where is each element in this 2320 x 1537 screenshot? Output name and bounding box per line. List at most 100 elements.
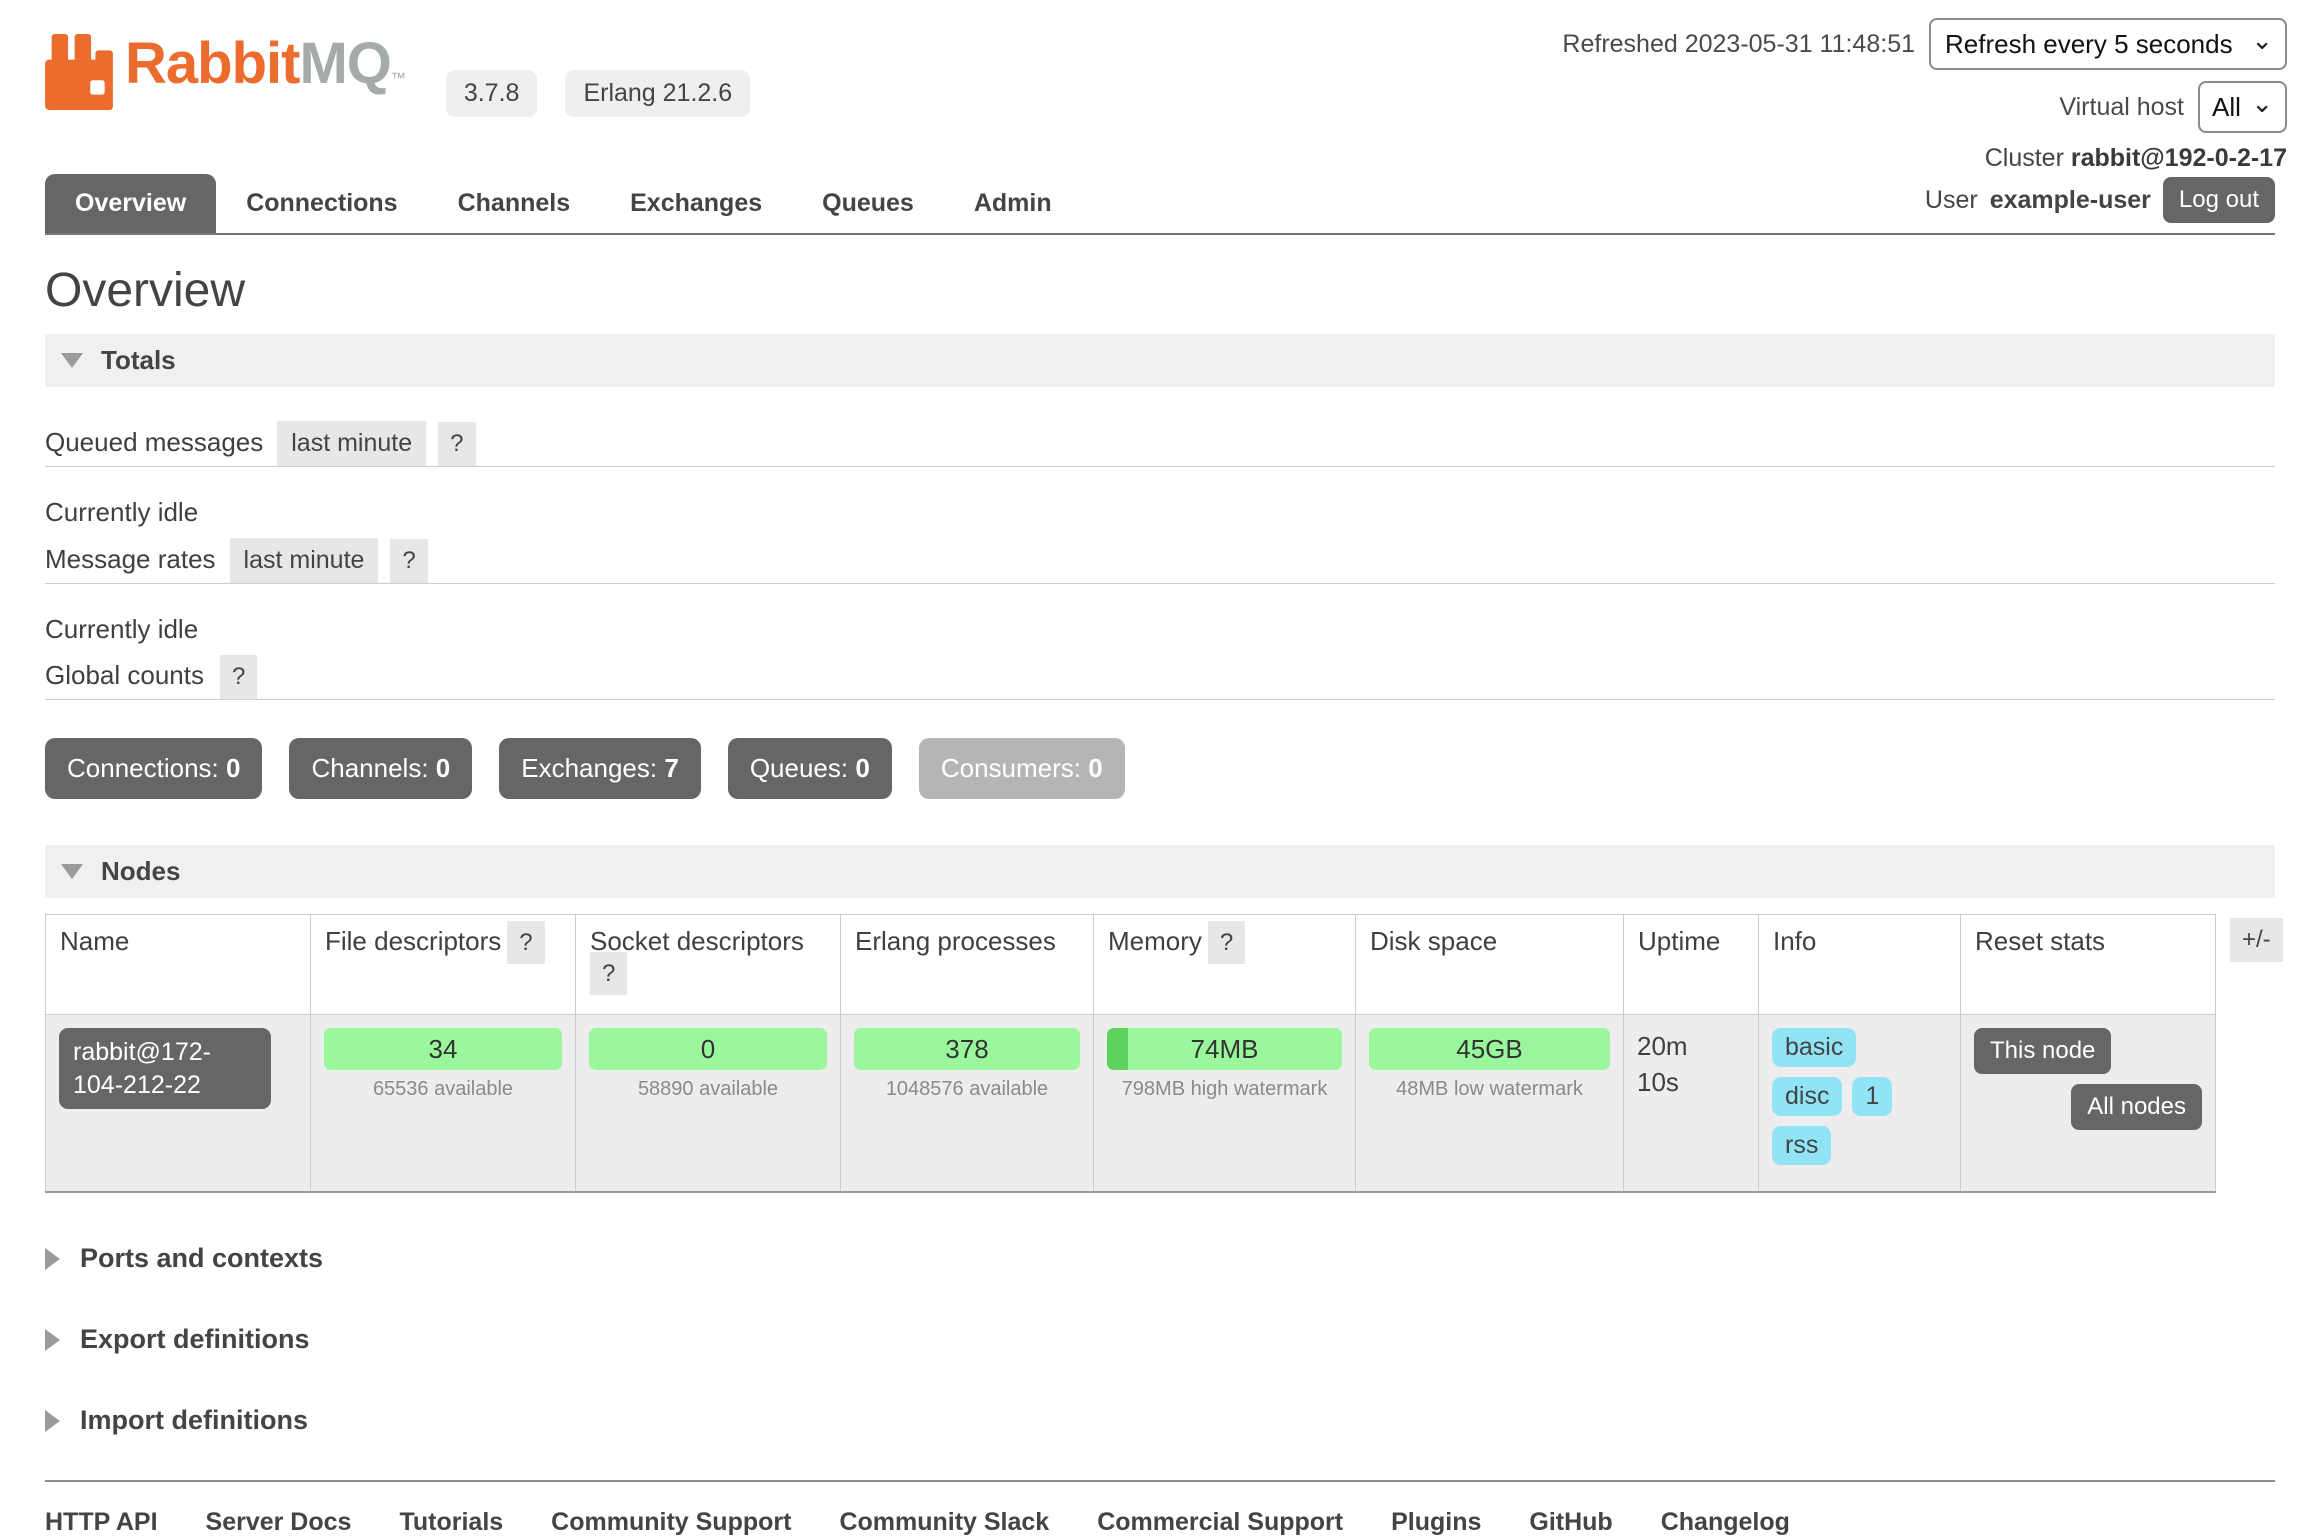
connections-count-button[interactable]: Connections: 0 <box>45 738 262 799</box>
brand-mq: MQ <box>299 31 390 96</box>
help-badge[interactable]: ? <box>220 655 257 699</box>
nodes-table: Name File descriptors? Socket descriptor… <box>45 914 2216 1193</box>
refreshed-timestamp: Refreshed 2023-05-31 11:48:51 <box>1562 30 1915 59</box>
count-label: Consumers: <box>941 753 1081 783</box>
link-tutorials[interactable]: Tutorials <box>399 1508 503 1537</box>
link-server-docs[interactable]: Server Docs <box>206 1508 352 1537</box>
queued-range-tab[interactable]: last minute <box>277 421 426 466</box>
page: RabbitMQ™ 3.7.8 Erlang 21.2.6 Refreshed … <box>0 0 2320 1537</box>
erlang-version-badge: Erlang 21.2.6 <box>565 70 750 117</box>
vhost-row: Virtual host All ⌄ <box>1562 81 2287 133</box>
socket-descriptors-cell: 0 58890 available <box>576 1015 841 1193</box>
col-socket-descriptors: Socket descriptors ? <box>576 915 841 1015</box>
user-label: User <box>1925 186 1978 215</box>
link-changelog[interactable]: Changelog <box>1661 1508 1790 1537</box>
section-ports-and-contexts[interactable]: Ports and contexts <box>45 1243 2275 1274</box>
reset-stats-cell: This node All nodes <box>1961 1015 2216 1193</box>
rabbitmq-logo[interactable]: RabbitMQ™ <box>45 26 405 117</box>
col-label: Disk space <box>1370 926 1497 956</box>
col-memory: Memory? <box>1094 915 1356 1015</box>
help-badge[interactable]: ? <box>590 952 627 995</box>
section-nodes-header[interactable]: Nodes <box>45 845 2275 898</box>
queues-count-button[interactable]: Queues: 0 <box>728 738 892 799</box>
col-erlang-processes: Erlang processes <box>841 915 1094 1015</box>
node-name-badge[interactable]: rabbit@172-104-212-22 <box>59 1028 271 1109</box>
info-badge-basic: basic <box>1772 1028 1856 1067</box>
file-descriptors-sub: 65536 available <box>324 1078 562 1101</box>
info-cell: basic disc 1 rss <box>1759 1015 1961 1193</box>
col-label: Name <box>60 926 129 956</box>
link-github[interactable]: GitHub <box>1529 1508 1612 1537</box>
bar-value: 0 <box>701 1034 715 1064</box>
reset-this-node-button[interactable]: This node <box>1974 1028 2111 1074</box>
col-info: Info <box>1759 915 1961 1015</box>
count-label: Channels: <box>311 753 428 783</box>
tab-overview[interactable]: Overview <box>45 174 216 233</box>
section-import-definitions[interactable]: Import definitions <box>45 1405 2275 1436</box>
info-badges: basic disc 1 rss <box>1772 1028 1932 1165</box>
exchanges-count-button[interactable]: Exchanges: 7 <box>499 738 701 799</box>
help-badge[interactable]: ? <box>1208 921 1245 964</box>
count-value: 0 <box>436 753 450 783</box>
memory-sub: 798MB high watermark <box>1107 1078 1342 1101</box>
col-reset-stats: Reset stats <box>1961 915 2216 1015</box>
footer-links: HTTP API Server Docs Tutorials Community… <box>45 1508 2275 1537</box>
channels-count-button[interactable]: Channels: 0 <box>289 738 472 799</box>
link-commercial-support[interactable]: Commercial Support <box>1097 1508 1343 1537</box>
expand-triangle-icon <box>45 1248 60 1270</box>
main-content: Overview Totals Queued messages last min… <box>45 263 2275 1537</box>
link-http-api[interactable]: HTTP API <box>45 1508 158 1537</box>
columns-plus-minus-button[interactable]: +/- <box>2230 918 2283 962</box>
col-disk-space: Disk space <box>1356 915 1624 1015</box>
header-right: Refreshed 2023-05-31 11:48:51 Refresh ev… <box>1562 18 2287 173</box>
logout-button[interactable]: Log out <box>2163 177 2275 223</box>
queued-messages-label: Queued messages <box>45 427 263 466</box>
expand-triangle-icon <box>45 1410 60 1432</box>
brand-rabbit: Rabbit <box>125 31 299 96</box>
page-title: Overview <box>45 263 2275 318</box>
cluster-name: rabbit@192-0-2-17 <box>2071 144 2287 172</box>
consumers-count-button[interactable]: Consumers: 0 <box>919 738 1125 799</box>
info-badge-1: 1 <box>1852 1077 1892 1116</box>
section-export-definitions[interactable]: Export definitions <box>45 1324 2275 1355</box>
tab-queues[interactable]: Queues <box>792 174 944 233</box>
count-value: 0 <box>855 753 869 783</box>
count-label: Connections: <box>67 753 219 783</box>
vhost-select[interactable]: All <box>2198 81 2287 133</box>
user-name: example-user <box>1990 186 2151 215</box>
link-plugins[interactable]: Plugins <box>1391 1508 1481 1537</box>
cluster-label: Cluster <box>1985 144 2064 172</box>
section-totals-header[interactable]: Totals <box>45 334 2275 387</box>
message-rates-row: Message rates last minute ? <box>45 538 2275 584</box>
node-name-cell: rabbit@172-104-212-22 <box>46 1015 311 1193</box>
tab-admin[interactable]: Admin <box>944 174 1082 233</box>
help-badge[interactable]: ? <box>507 921 544 964</box>
info-badge-rss: rss <box>1772 1126 1831 1165</box>
footer-divider <box>45 1480 2275 1482</box>
rates-range-tab[interactable]: last minute <box>230 538 379 583</box>
link-community-support[interactable]: Community Support <box>551 1508 791 1537</box>
help-badge[interactable]: ? <box>390 539 427 583</box>
queued-messages-row: Queued messages last minute ? <box>45 421 2275 467</box>
tab-exchanges[interactable]: Exchanges <box>600 174 792 233</box>
global-counts-row: Global counts ? <box>45 655 2275 700</box>
tab-channels[interactable]: Channels <box>428 174 601 233</box>
col-label: Erlang processes <box>855 926 1056 956</box>
uptime-seconds: 10s <box>1637 1067 1679 1097</box>
message-rates-label: Message rates <box>45 544 216 583</box>
help-badge[interactable]: ? <box>438 422 475 466</box>
vhost-select-wrap: All ⌄ <box>2198 81 2287 133</box>
link-community-slack[interactable]: Community Slack <box>839 1508 1049 1537</box>
expand-triangle-icon <box>45 1329 60 1351</box>
brand-wordmark: RabbitMQ™ <box>125 26 405 117</box>
col-label: Reset stats <box>1975 926 2105 956</box>
tab-connections[interactable]: Connections <box>216 174 427 233</box>
user-box: User example-user Log out <box>1925 177 2275 223</box>
node-row: rabbit@172-104-212-22 34 65536 available… <box>46 1015 2216 1193</box>
memory-bar: 74MB <box>1107 1028 1342 1070</box>
col-uptime: Uptime <box>1624 915 1759 1015</box>
section-label: Ports and contexts <box>80 1243 323 1274</box>
refresh-interval-select[interactable]: Refresh every 5 seconds <box>1929 18 2287 70</box>
reset-all-nodes-button[interactable]: All nodes <box>2071 1084 2202 1130</box>
info-badge-disc: disc <box>1772 1077 1842 1116</box>
